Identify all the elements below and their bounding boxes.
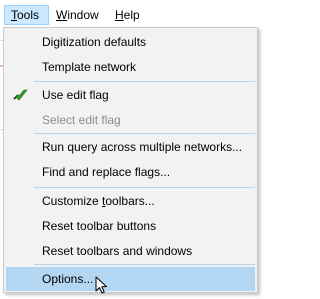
tools-dropdown-menu: Digitization defaults Template network U…: [3, 27, 258, 293]
menu-item-label: Customize toolbars...: [42, 193, 155, 209]
menu-help-label-rest: elp: [123, 8, 140, 22]
menu-separator: [34, 81, 255, 82]
menu-separator: [34, 133, 255, 134]
menu-item-find-and-replace-flags[interactable]: Find and replace flags...: [6, 161, 255, 183]
menu-item-label-part: oolbars...: [105, 194, 155, 208]
menu-item-label: Options...: [42, 272, 94, 286]
menu-help[interactable]: Help: [115, 5, 140, 25]
menu-item-use-edit-flag[interactable]: Use edit flag: [6, 84, 255, 106]
menu-item-label: Digitization defaults: [42, 35, 147, 49]
menu-separator: [34, 264, 255, 265]
menu-separator: [34, 187, 255, 188]
menu-tools[interactable]: Tools: [4, 5, 49, 25]
menu-help-mnemonic: H: [115, 8, 124, 22]
menubar: Tools Window Help: [0, 0, 261, 28]
menu-item-label: Run query across multiple networks...: [42, 140, 243, 154]
menu-item-label-part: Customize: [42, 194, 103, 208]
menu-item-label: Template network: [42, 60, 137, 74]
menu-item-reset-toolbar-buttons[interactable]: Reset toolbar buttons: [6, 215, 255, 237]
menu-item-label: Use edit flag: [42, 88, 109, 102]
menu-item-select-edit-flag: Select edit flag: [6, 109, 255, 131]
menu-window-mnemonic: W: [56, 8, 68, 22]
mouse-pointer-icon: [95, 276, 111, 296]
menu-item-label: Reset toolbars and windows: [42, 244, 193, 258]
menu-item-run-query-across-networks[interactable]: Run query across multiple networks...: [6, 136, 255, 158]
green-flag-check-icon: [12, 86, 30, 104]
menu-item-label: Select edit flag: [42, 113, 121, 127]
menu-item-label: Find and replace flags...: [42, 165, 171, 179]
menu-item-options[interactable]: Options...: [6, 267, 255, 291]
menu-item-digitization-defaults[interactable]: Digitization defaults: [6, 31, 255, 53]
menu-tools-label-rest: ools: [17, 8, 40, 22]
menu-window[interactable]: Window: [55, 5, 99, 25]
menu-item-customize-toolbars[interactable]: Customize toolbars...: [6, 190, 255, 212]
menu-window-label-rest: indow: [67, 8, 99, 22]
menu-item-reset-toolbars-and-windows[interactable]: Reset toolbars and windows: [6, 240, 255, 262]
menu-item-template-network[interactable]: Template network: [6, 56, 255, 78]
menu-item-label: Reset toolbar buttons: [42, 219, 157, 233]
